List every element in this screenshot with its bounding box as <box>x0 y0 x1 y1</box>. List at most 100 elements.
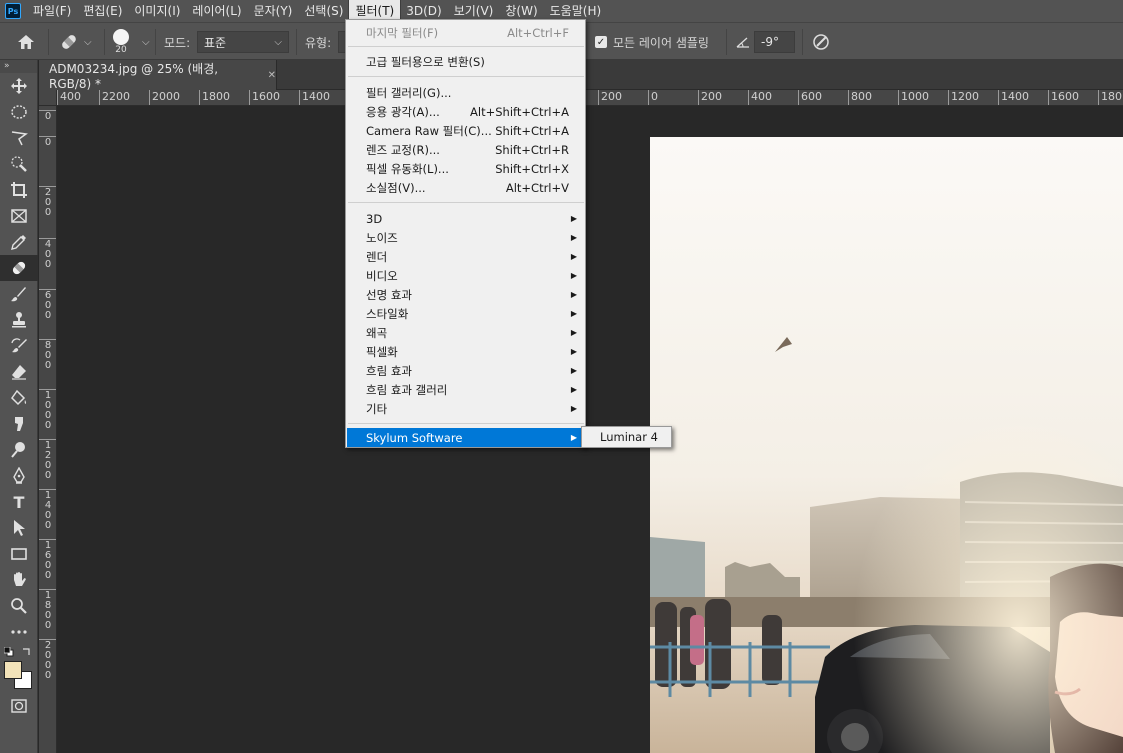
type-tool[interactable]: T <box>0 489 38 515</box>
close-icon[interactable]: ✕ <box>268 70 276 81</box>
menu-item-last-filter[interactable]: 마지막 필터(F) Alt+Ctrl+F <box>347 23 585 42</box>
marquee-tool[interactable] <box>0 99 38 125</box>
move-tool[interactable] <box>0 73 38 99</box>
tool-preset-picker[interactable]: ⌵ <box>58 23 92 61</box>
menu-type[interactable]: 문자(Y) <box>248 0 299 22</box>
menu-item-distort[interactable]: 왜곡 ▶ <box>347 323 585 342</box>
clone-stamp-tool[interactable] <box>0 307 38 333</box>
history-brush-tool[interactable] <box>0 333 38 359</box>
brush-tool[interactable] <box>0 281 38 307</box>
menu-item-vanishing-point[interactable]: 소실점(V)... Alt+Ctrl+V <box>347 178 585 197</box>
mode-select[interactable]: 표준 ⌵ <box>197 31 289 53</box>
lasso-tool[interactable] <box>0 125 38 151</box>
skylum-submenu: Luminar 4 <box>581 426 672 448</box>
menu-item-other[interactable]: 기타 ▶ <box>347 399 585 418</box>
menu-item-video[interactable]: 비디오 ▶ <box>347 266 585 285</box>
pressure-size-button[interactable] <box>811 23 831 61</box>
submenu-arrow-icon: ▶ <box>570 309 577 318</box>
path-selection-tool[interactable] <box>0 515 38 541</box>
ruler-tick-label: 2 0 0 <box>39 186 56 218</box>
quick-mask-button[interactable] <box>0 693 38 719</box>
ruler-tick-label: 1 4 0 0 <box>39 489 56 531</box>
eraser-tool[interactable] <box>0 359 38 385</box>
menu-item-liquify[interactable]: 픽셀 유동화(L)... Shift+Ctrl+X <box>347 159 585 178</box>
vertical-ruler[interactable]: 0 0 2 0 0 4 0 0 6 0 0 8 0 0 1 0 0 0 1 2 … <box>39 106 57 753</box>
menu-item-blur-gallery[interactable]: 흐림 효과 갤러리 ▶ <box>347 380 585 399</box>
submenu-arrow-icon: ▶ <box>570 290 577 299</box>
angle-icon <box>736 37 749 48</box>
document-tab[interactable]: ADM03234.jpg @ 25% (배경, RGB/8) * ✕ <box>39 60 277 91</box>
spot-healing-brush-tool[interactable] <box>0 255 38 281</box>
hand-tool[interactable] <box>0 567 38 593</box>
ruler-tick-label: 1600 <box>249 90 280 105</box>
brush-size-picker[interactable]: 20 <box>113 23 129 61</box>
eyedropper-icon <box>11 235 26 250</box>
ruler-tick-label: 2200 <box>99 90 130 105</box>
rectangle-tool[interactable] <box>0 541 38 567</box>
home-button[interactable] <box>16 23 36 61</box>
default-colors-icon[interactable] <box>4 647 14 657</box>
swap-colors-icon[interactable] <box>22 647 32 657</box>
ruler-tick-label: 2000 <box>149 90 180 105</box>
ruler-tick-label: 200 <box>598 90 622 105</box>
menu-item-skylum-software[interactable]: Skylum Software ▶ <box>347 428 585 447</box>
dodge-tool[interactable] <box>0 437 38 463</box>
pen-tool[interactable] <box>0 463 38 489</box>
menu-image[interactable]: 이미지(I) <box>128 0 186 22</box>
collapse-panel-icon[interactable]: » <box>0 60 37 73</box>
menu-item-sharpen[interactable]: 선명 효과 ▶ <box>347 285 585 304</box>
menu-edit[interactable]: 편집(E) <box>77 0 128 22</box>
menu-item-3d[interactable]: 3D ▶ <box>347 209 585 228</box>
paint-bucket-tool[interactable] <box>0 385 38 411</box>
menu-file[interactable]: 파일(F) <box>27 0 77 22</box>
ruler-tick-label: 4 0 0 <box>39 238 56 270</box>
menu-layer[interactable]: 레이어(L) <box>186 0 247 22</box>
checkmark-icon: ✓ <box>595 36 607 48</box>
foreground-color-swatch[interactable] <box>4 661 22 679</box>
polygon-lasso-icon <box>11 131 28 146</box>
menu-item-convert-smart-filters[interactable]: 고급 필터용으로 변환(S) <box>347 52 585 71</box>
document-photo[interactable] <box>650 137 1123 753</box>
type-icon: T <box>13 492 25 512</box>
frame-icon <box>11 209 27 223</box>
frame-tool[interactable] <box>0 203 38 229</box>
menu-item-noise[interactable]: 노이즈 ▶ <box>347 228 585 247</box>
submenu-arrow-icon: ▶ <box>570 366 577 375</box>
ruler-tick-label: 1 2 0 0 <box>39 439 56 481</box>
history-brush-icon <box>11 338 27 353</box>
edit-toolbar-button[interactable] <box>0 619 38 645</box>
tools-panel: » T <box>0 60 38 753</box>
angle-input[interactable]: -9° <box>754 31 795 53</box>
quick-select-tool[interactable] <box>0 151 38 177</box>
ruler-tick-label: 1 8 0 0 <box>39 589 56 631</box>
move-icon <box>11 78 27 94</box>
menu-item-blur[interactable]: 흐림 효과 ▶ <box>347 361 585 380</box>
chevron-down-icon[interactable]: ⌵ <box>142 37 150 48</box>
menu-item-camera-raw-filter[interactable]: Camera Raw 필터(C)... Shift+Ctrl+A <box>347 121 585 140</box>
smudge-tool[interactable] <box>0 411 38 437</box>
chevron-down-icon: ⌵ <box>274 36 282 48</box>
menu-item-lens-correction[interactable]: 렌즈 교정(R)... Shift+Ctrl+R <box>347 140 585 159</box>
menu-select[interactable]: 선택(S) <box>298 0 349 22</box>
horizontal-ruler[interactable]: 400 2200 2000 1800 1600 1400 200 0 200 4… <box>57 90 1123 106</box>
submenu-arrow-icon: ▶ <box>570 233 577 242</box>
menu-item-render[interactable]: 렌더 ▶ <box>347 247 585 266</box>
eraser-icon <box>12 365 26 380</box>
menu-item-adaptive-wide-angle[interactable]: 응용 광각(A)... Alt+Shift+Ctrl+A <box>347 102 585 121</box>
eyedropper-tool[interactable] <box>0 229 38 255</box>
zoom-tool[interactable] <box>0 593 38 619</box>
sample-all-layers-checkbox[interactable]: ✓ 모든 레이어 샘플링 <box>595 23 709 61</box>
ruler-tick-label: 2 0 0 0 <box>39 639 56 681</box>
submenu-arrow-icon: ▶ <box>570 328 577 337</box>
crop-tool[interactable] <box>0 177 38 203</box>
brush-size-value: 20 <box>115 45 127 55</box>
crop-icon <box>11 182 27 198</box>
menu-item-stylize[interactable]: 스타일화 ▶ <box>347 304 585 323</box>
menu-item-pixelate[interactable]: 픽셀화 ▶ <box>347 342 585 361</box>
submenu-arrow-icon: ▶ <box>570 385 577 394</box>
ruler-tick-label: 400 <box>748 90 772 105</box>
smudge-icon <box>15 417 23 431</box>
ruler-origin[interactable] <box>39 90 57 106</box>
menu-item-luminar-4[interactable]: Luminar 4 <box>582 427 671 447</box>
menu-item-filter-gallery[interactable]: 필터 갤러리(G)... <box>347 83 585 102</box>
